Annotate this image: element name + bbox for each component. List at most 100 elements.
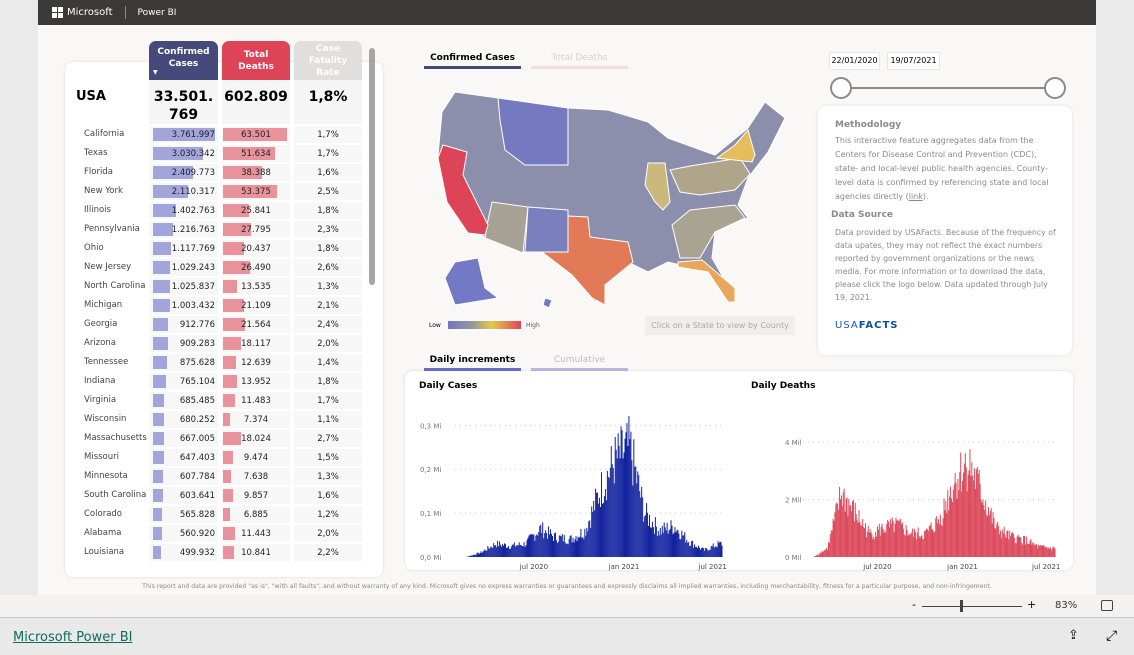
table-row[interactable]: California 3.761.997 63.501 1,7% xyxy=(65,125,375,144)
date-slider-start-handle[interactable] xyxy=(830,77,852,99)
cases-cell: 912.776 xyxy=(149,316,218,333)
date-slider-end-handle[interactable] xyxy=(1044,77,1066,99)
table-row[interactable]: Massachusetts 667.005 18.024 2,7% xyxy=(65,429,375,448)
tab-confirmed-cases[interactable]: Confirmed Cases xyxy=(424,53,521,69)
zoom-in-button[interactable]: + xyxy=(1027,598,1036,611)
table-row[interactable]: Louisiana 499.932 10.841 2,2% xyxy=(65,543,375,562)
cfr-value: 1,1% xyxy=(317,415,339,425)
tab-cumulative[interactable]: Cumulative xyxy=(531,355,628,371)
deaths-value: 38.388 xyxy=(241,168,271,178)
table-row[interactable]: Indiana 765.104 13.952 1,8% xyxy=(65,372,375,391)
cases-cell: 2.409.773 xyxy=(149,164,218,181)
fullscreen-icon[interactable]: ⤢ xyxy=(1106,628,1117,644)
zoom-out-button[interactable]: - xyxy=(912,598,916,611)
state-name: Indiana xyxy=(84,376,116,386)
table-row[interactable]: Pennsylvania 1.216.763 27.795 2,3% xyxy=(65,220,375,239)
cfr-value: 2,0% xyxy=(317,529,339,539)
header-case-fatality-rate[interactable]: Case Fatality Rate xyxy=(294,41,362,80)
cfr-cell: 1,4% xyxy=(294,354,362,371)
state-name: Pennsylvania xyxy=(84,224,140,234)
state-name: California xyxy=(84,129,125,139)
methodology-title: Methodology xyxy=(835,120,902,130)
state-name: Florida xyxy=(84,167,113,177)
usafacts-logo[interactable]: USAFACTS xyxy=(835,320,1058,331)
cases-value: 603.641 xyxy=(179,491,215,501)
cfr-cell: 1,7% xyxy=(294,145,362,162)
table-row[interactable]: Ohio 1.117.769 20.437 1,8% xyxy=(65,239,375,258)
table-row[interactable]: Virginia 685.485 11.483 1,7% xyxy=(65,391,375,410)
table-row[interactable]: Alabama 560.920 11.443 2,0% xyxy=(65,524,375,543)
cases-bar xyxy=(153,242,171,255)
state-name: Louisiana xyxy=(84,547,125,557)
cases-cell: 680.252 xyxy=(149,411,218,428)
zoom-slider-thumb[interactable] xyxy=(960,600,963,612)
deaths-cell: 20.437 xyxy=(222,240,290,257)
deaths-cell: 21.109 xyxy=(222,297,290,314)
cases-bar xyxy=(153,527,162,540)
table-row[interactable]: Michigan 1.003.432 21.109 2,1% xyxy=(65,296,375,315)
table-row[interactable]: New York 2.110.317 53.375 2,5% xyxy=(65,182,375,201)
table-row[interactable]: South Carolina 603.641 9.857 1,6% xyxy=(65,486,375,505)
table-row[interactable]: Georgia 912.776 21.564 2,4% xyxy=(65,315,375,334)
deaths-value: 51.634 xyxy=(241,149,271,159)
table-row[interactable]: Missouri 647.403 9.474 1,5% xyxy=(65,448,375,467)
county-view-button[interactable]: Click on a State to view by County xyxy=(645,316,795,335)
cfr-value: 2,7% xyxy=(317,434,339,444)
table-row[interactable]: Wisconsin 680.252 7.374 1,1% xyxy=(65,410,375,429)
share-icon[interactable]: ⇪ xyxy=(1068,628,1079,643)
table-row[interactable]: Colorado 565.828 6.885 1,2% xyxy=(65,505,375,524)
deaths-cell: 26.490 xyxy=(222,259,290,276)
state-name: Missouri xyxy=(84,452,119,462)
start-date-input[interactable]: 22/01/2020 xyxy=(829,52,880,70)
cfr-value: 1,8% xyxy=(317,377,339,387)
cases-cell: 3.030.342 xyxy=(149,145,218,162)
cfr-value: 1,6% xyxy=(317,491,339,501)
table-row[interactable]: Florida 2.409.773 38.388 1,6% xyxy=(65,163,375,182)
state-name: New York xyxy=(84,186,123,196)
date-slider-track[interactable] xyxy=(841,87,1055,89)
table-row[interactable]: Minnesota 607.784 7.638 1,3% xyxy=(65,467,375,486)
header-total-deaths[interactable]: Total Deaths xyxy=(222,41,290,80)
cfr-cell: 2,7% xyxy=(294,430,362,447)
table-row[interactable]: Illinois 1.402.763 25.841 1,8% xyxy=(65,201,375,220)
deaths-value: 10.841 xyxy=(241,548,271,558)
zoom-slider[interactable] xyxy=(922,606,1022,607)
cases-cell: 765.104 xyxy=(149,373,218,390)
table-row[interactable]: Tennessee 875.628 12.639 1,4% xyxy=(65,353,375,372)
cases-cell: 560.920 xyxy=(149,525,218,542)
deaths-value: 53.375 xyxy=(241,187,271,197)
header-confirmed-cases[interactable]: Confirmed Cases ▼ xyxy=(149,41,218,80)
fit-to-page-icon[interactable] xyxy=(1101,600,1113,611)
total-cases: 33.501.769 xyxy=(149,80,218,124)
table-row[interactable]: North Carolina 1.025.837 13.535 1,3% xyxy=(65,277,375,296)
deaths-cell: 11.443 xyxy=(222,525,290,542)
tab-daily-increments[interactable]: Daily increments xyxy=(424,355,521,371)
table-scrollbar[interactable] xyxy=(369,48,375,285)
state-name: Michigan xyxy=(84,300,123,310)
end-date-input[interactable]: 19/07/2021 xyxy=(887,52,940,70)
cfr-cell: 1,3% xyxy=(294,278,362,295)
power-bi-link[interactable]: Microsoft Power BI xyxy=(13,630,132,645)
cases-cell: 1.029.243 xyxy=(149,259,218,276)
cfr-value: 2,4% xyxy=(317,320,339,330)
state-name: Alabama xyxy=(84,528,122,538)
top-bar: Microsoft Power BI xyxy=(38,0,1096,25)
cases-bar xyxy=(153,318,168,331)
methodology-link[interactable]: link xyxy=(909,192,923,201)
cfr-value: 1,3% xyxy=(317,282,339,292)
cfr-value: 1,7% xyxy=(317,130,339,140)
table-row[interactable]: New Jersey 1.029.243 26.490 2,6% xyxy=(65,258,375,277)
cases-bar xyxy=(153,280,170,293)
cfr-value: 2,6% xyxy=(317,263,339,273)
state-name: Illinois xyxy=(84,205,111,215)
cfr-cell: 2,0% xyxy=(294,525,362,542)
cfr-value: 2,1% xyxy=(317,301,339,311)
tab-total-deaths[interactable]: Total Deaths xyxy=(531,53,628,69)
daily-deaths-title: Daily Deaths xyxy=(751,381,816,391)
cases-cell: 2.110.317 xyxy=(149,183,218,200)
sort-desc-icon: ▼ xyxy=(153,68,158,76)
cfr-cell: 1,2% xyxy=(294,506,362,523)
table-row[interactable]: Arizona 909.283 18.117 2,0% xyxy=(65,334,375,353)
cfr-cell: 1,3% xyxy=(294,468,362,485)
table-row[interactable]: Texas 3.030.342 51.634 1,7% xyxy=(65,144,375,163)
